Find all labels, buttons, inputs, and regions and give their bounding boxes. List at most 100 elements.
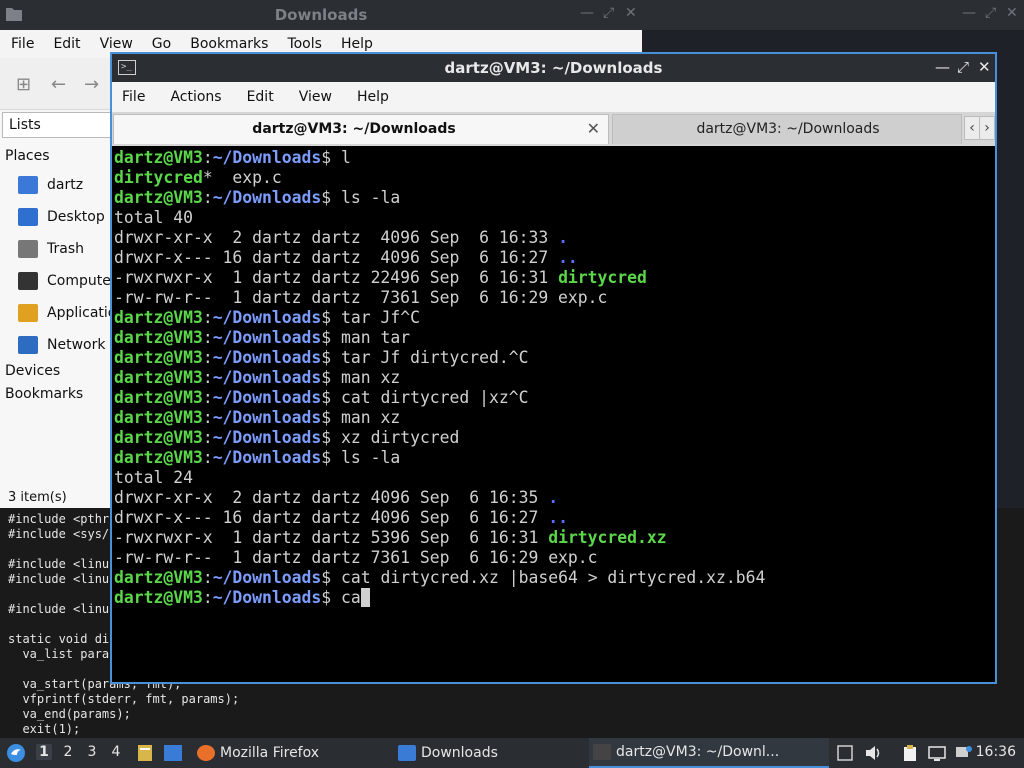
terminal-command-line: dartz@VM3:~/Downloads$ tar Jf^C	[114, 308, 993, 328]
fm-menu-file[interactable]: File	[11, 36, 34, 52]
sidebar-place-trash[interactable]: Trash	[18, 237, 84, 261]
sidebar-place-label: Compute	[47, 273, 111, 289]
trash-icon	[18, 240, 38, 258]
sidebar-place-compute[interactable]: Compute	[18, 269, 111, 293]
clipboard-icon[interactable]	[901, 744, 919, 762]
prompt-path: ~/Downloads	[212, 348, 322, 367]
fm-menu-view[interactable]: View	[100, 36, 133, 52]
tab-close-icon[interactable]: ✕	[587, 119, 600, 138]
terminal-menu-file[interactable]: File	[122, 89, 145, 105]
tab-terminal-2[interactable]: dartz@VM3: ~/Downloads	[612, 114, 962, 144]
terminal-output-line: drwxr-x--- 16 dartz dartz 4096 Sep 6 16:…	[114, 508, 993, 528]
bg-maximize-icon[interactable]: ⤢	[985, 5, 996, 21]
prompt-separator: :	[202, 348, 213, 367]
prompt-user: dartz@VM3	[114, 568, 203, 587]
fm-menu-help[interactable]: Help	[341, 36, 373, 52]
workspace-1[interactable]: 1	[36, 744, 52, 760]
fm-menu-go[interactable]: Go	[152, 36, 171, 52]
output-text: drwxr-x--- 16 dartz dartz 4096 Sep 6 16:…	[114, 508, 549, 527]
prompt-separator: :	[202, 188, 213, 207]
file-manager-titlebar[interactable]: Downloads — ⤢ ✕ — ⤢ ✕	[0, 0, 1024, 30]
terminal-command-line: dartz@VM3:~/Downloads$ ls -la	[114, 448, 993, 468]
devices-header[interactable]: Devices	[5, 363, 60, 379]
network-status-icon[interactable]	[955, 744, 973, 762]
fm-menu-bookmarks[interactable]: Bookmarks	[190, 36, 268, 52]
app-grid-icon[interactable]	[836, 744, 854, 762]
terminal-menu-actions[interactable]: Actions	[170, 89, 221, 105]
display-icon[interactable]	[928, 744, 946, 762]
output-text: -rw-rw-r-- 1 dartz dartz 7361 Sep 6 16:2…	[114, 288, 608, 307]
computer-icon	[18, 272, 38, 290]
terminal-menu-view[interactable]: View	[299, 89, 332, 105]
sidebar-place-network[interactable]: Network	[18, 333, 105, 357]
prompt-symbol: $	[321, 448, 341, 467]
taskbar-task-3[interactable]: dartz@VM3: ~/Downl...	[589, 738, 829, 768]
desktop-icon	[18, 208, 38, 226]
bg-close-icon[interactable]: ✕	[1006, 5, 1018, 21]
tab-scroll-left-icon[interactable]: ‹	[964, 116, 980, 140]
terminal-close-icon[interactable]: ✕	[978, 58, 991, 76]
fm-menu-tools[interactable]: Tools	[287, 36, 322, 52]
forward-arrow-icon[interactable]: →	[84, 74, 99, 95]
tab-terminal-1[interactable]: dartz@VM3: ~/Downloads ✕	[113, 114, 609, 144]
taskbar-task-label: Mozilla Firefox	[220, 745, 320, 761]
terminal-tabbar: dartz@VM3: ~/Downloads ✕ dartz@VM3: ~/Do…	[112, 112, 995, 146]
terminal-output-line: -rw-rw-r-- 1 dartz dartz 7361 Sep 6 16:2…	[114, 548, 993, 568]
prompt-symbol: $	[321, 188, 341, 207]
terminal-maximize-icon[interactable]: ⤢	[957, 58, 969, 76]
volume-icon[interactable]	[864, 744, 882, 762]
prompt-separator: :	[202, 308, 213, 327]
tab-label: dartz@VM3: ~/Downloads	[252, 121, 456, 137]
show-desktop-icon[interactable]	[163, 744, 183, 762]
bg-minimize-icon[interactable]: —	[962, 5, 976, 21]
tab-scroll-right-icon[interactable]: ›	[979, 116, 995, 140]
prompt-user: dartz@VM3	[114, 428, 203, 447]
terminal-command-line: dartz@VM3:~/Downloads$ man xz	[114, 408, 993, 428]
prompt-separator: :	[202, 148, 213, 167]
sidebar-place-dartz[interactable]: dartz	[18, 173, 83, 197]
workspace-2[interactable]: 2	[60, 744, 76, 760]
terminal-output-line: -rw-rw-r-- 1 dartz dartz 7361 Sep 6 16:2…	[114, 288, 993, 308]
terminal-minimize-icon[interactable]: —	[935, 58, 950, 76]
terminal-menu-help[interactable]: Help	[357, 89, 389, 105]
executable-name: dirtycred	[558, 268, 647, 287]
back-arrow-icon[interactable]: ←	[51, 74, 66, 95]
terminal-command-line: dartz@VM3:~/Downloads$ cat dirtycred |xz…	[114, 388, 993, 408]
file-manager-launcher-icon[interactable]	[136, 743, 154, 763]
bookmarks-header[interactable]: Bookmarks	[5, 386, 83, 402]
file-manager-title: Downloads	[274, 6, 368, 24]
output-text: drwxr-x--- 16 dartz dartz 4096 Sep 6 16:…	[114, 248, 559, 267]
sidebar-place-desktop[interactable]: Desktop	[18, 205, 105, 229]
sidebar-place-applicatio[interactable]: Applicatio	[18, 301, 116, 325]
network-icon	[18, 336, 38, 354]
fm-close-icon[interactable]: ✕	[625, 5, 637, 21]
prompt-path: ~/Downloads	[212, 448, 322, 467]
prompt-user: dartz@VM3	[114, 308, 203, 327]
taskbar-task-2[interactable]: Downloads	[394, 738, 574, 768]
prompt-user: dartz@VM3	[114, 588, 203, 607]
prompt-symbol: $	[321, 568, 341, 587]
taskbar-task-1[interactable]: Mozilla Firefox	[193, 738, 373, 768]
fm-maximize-icon[interactable]: ⤢	[603, 5, 614, 21]
command-text: xz dirtycred	[341, 428, 460, 447]
fm-menu-edit[interactable]: Edit	[53, 36, 80, 52]
prompt-separator: :	[202, 568, 213, 587]
prompt-path: ~/Downloads	[212, 428, 322, 447]
command-text: tar Jf^C	[341, 308, 420, 327]
taskbar-task-label: Downloads	[421, 745, 498, 761]
clock[interactable]: 16:36	[976, 744, 1016, 760]
terminal-menu-edit[interactable]: Edit	[247, 89, 274, 105]
terminal-output-line: drwxr-xr-x 2 dartz dartz 4096 Sep 6 16:3…	[114, 488, 993, 508]
prompt-path: ~/Downloads	[212, 568, 322, 587]
workspace-4[interactable]: 4	[108, 744, 124, 760]
sidebar-mode-select[interactable]: Lists	[2, 112, 112, 138]
fm-minimize-icon[interactable]: —	[580, 5, 594, 21]
workspace-3[interactable]: 3	[84, 744, 100, 760]
output-text: -rwxrwxr-x 1 dartz dartz 5396 Sep 6 16:3…	[114, 528, 549, 547]
command-text: cat dirtycred |xz^C	[341, 388, 529, 407]
terminal-output[interactable]: dartz@VM3:~/Downloads$ l dirtycred* exp.c…	[114, 148, 993, 682]
terminal-titlebar[interactable]: >_ dartz@VM3: ~/Downloads — ⤢ ✕	[112, 54, 995, 82]
start-menu-icon[interactable]	[6, 743, 26, 763]
new-window-icon[interactable]: ⊞	[16, 74, 31, 95]
prompt-separator: :	[202, 408, 213, 427]
